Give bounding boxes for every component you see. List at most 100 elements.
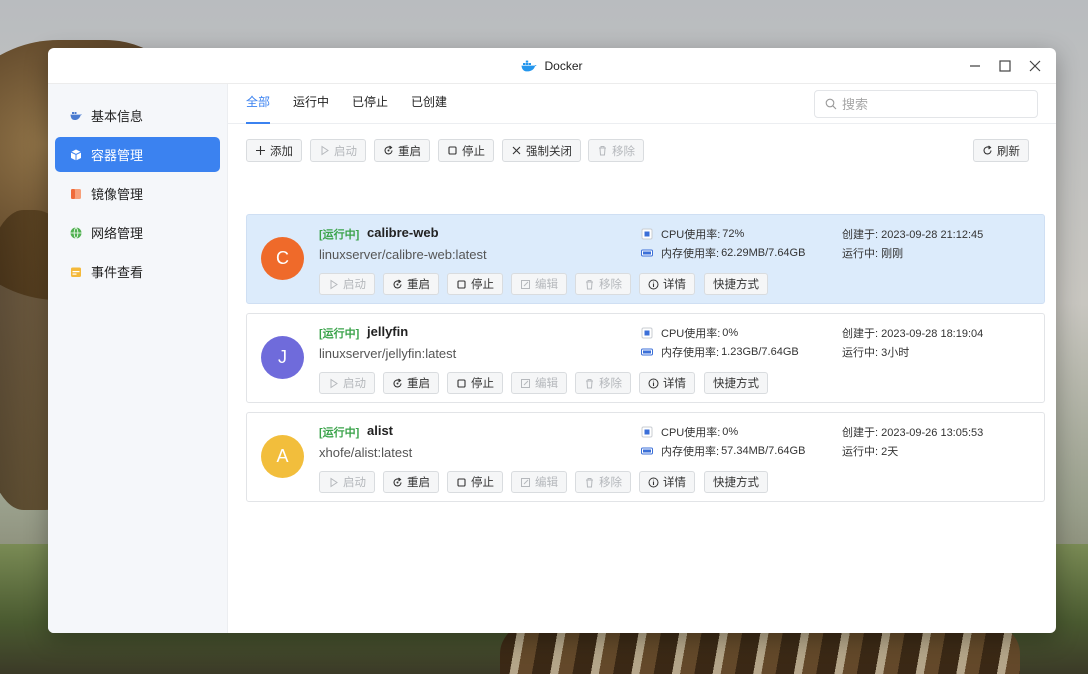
tab-running[interactable]: 运行中: [293, 93, 329, 123]
memory-usage: 内存使用率: 62.29MB/7.64GB: [641, 245, 805, 261]
play-icon: [328, 279, 339, 290]
card-details-button[interactable]: 详情: [639, 372, 695, 394]
sidebar-item-label: 事件查看: [91, 265, 144, 280]
container-name: alist: [367, 423, 394, 438]
play-icon: [328, 378, 339, 389]
avatar: A: [261, 435, 304, 478]
created-time: 创建于: 2023-09-28 21:12:45: [842, 226, 983, 242]
trash-icon: [584, 378, 595, 389]
memory-icon: [641, 247, 653, 259]
card-shortcut-button[interactable]: 快捷方式: [704, 273, 768, 295]
force-close-button[interactable]: 强制关闭: [502, 139, 581, 162]
card-stop-button[interactable]: 停止: [447, 372, 503, 394]
card-details-button[interactable]: 详情: [639, 273, 695, 295]
cpu-usage: CPU使用率: 0%: [641, 424, 738, 440]
sidebar-item-container-management[interactable]: 容器管理: [55, 137, 220, 172]
stop-icon: [456, 477, 467, 488]
trash-icon: [584, 477, 595, 488]
search-icon: [825, 98, 837, 110]
play-icon: [319, 145, 330, 156]
card-edit-button[interactable]: 编辑: [511, 471, 567, 493]
card-start-button[interactable]: 启动: [319, 273, 375, 295]
card-remove-button[interactable]: 移除: [575, 273, 631, 295]
close-icon[interactable]: [1028, 59, 1042, 73]
memory-label: 内存使用率:: [661, 446, 720, 458]
tab-all[interactable]: 全部: [246, 93, 271, 124]
created-value: 2023-09-28 18:19:04: [881, 328, 984, 340]
cpu-icon: [641, 228, 653, 240]
minimize-icon[interactable]: [968, 59, 982, 73]
remove-button[interactable]: 移除: [588, 139, 644, 162]
tab-created[interactable]: 已创建: [411, 93, 447, 123]
sidebar-item-label: 容器管理: [91, 148, 144, 163]
start-button[interactable]: 启动: [310, 139, 366, 162]
container-card[interactable]: A [运行中] alist xhofe/alist:latest CPU使用率:…: [246, 412, 1045, 502]
title-bar[interactable]: Docker: [48, 48, 1056, 84]
memory-value: 57.34MB/7.64GB: [721, 445, 806, 457]
tab-stopped[interactable]: 已停止: [352, 93, 388, 123]
sidebar-item-label: 镜像管理: [91, 187, 144, 202]
refresh-icon: [982, 145, 993, 156]
card-remove-button[interactable]: 移除: [575, 471, 631, 493]
card-shortcut-button[interactable]: 快捷方式: [704, 471, 768, 493]
restart-icon: [383, 145, 394, 156]
cpu-icon: [641, 426, 653, 438]
card-shortcut-button[interactable]: 快捷方式: [704, 372, 768, 394]
plus-icon: [255, 145, 266, 156]
stop-button[interactable]: 停止: [438, 139, 494, 162]
card-restart-button[interactable]: 重启: [383, 273, 439, 295]
memory-icon: [641, 346, 653, 358]
edit-icon: [520, 477, 531, 488]
sidebar-item-image-management[interactable]: 镜像管理: [55, 176, 220, 211]
sidebar-item-label: 网络管理: [91, 226, 144, 241]
uptime: 运行中: 刚刚: [842, 245, 903, 261]
card-restart-button[interactable]: 重启: [383, 471, 439, 493]
card-remove-button[interactable]: 移除: [575, 372, 631, 394]
card-start-button[interactable]: 启动: [319, 471, 375, 493]
card-restart-button[interactable]: 重启: [383, 372, 439, 394]
memory-label: 内存使用率:: [661, 248, 720, 260]
card-edit-button[interactable]: 编辑: [511, 372, 567, 394]
calendar-icon: [71, 267, 81, 277]
sidebar: 基本信息 容器管理 镜像管理 网络管理 事件查看: [48, 84, 228, 633]
refresh-button[interactable]: 刷新: [973, 139, 1029, 162]
search-box[interactable]: [814, 90, 1038, 118]
uptime-value: 3小时: [881, 347, 910, 359]
container-image: linuxserver/jellyfin:latest: [319, 346, 457, 361]
container-card[interactable]: J [运行中] jellyfin linuxserver/jellyfin:la…: [246, 313, 1045, 403]
sidebar-item-network-management[interactable]: 网络管理: [55, 215, 220, 250]
sidebar-item-basic-info[interactable]: 基本信息: [55, 98, 220, 133]
uptime-label: 运行中:: [842, 446, 879, 458]
card-start-button[interactable]: 启动: [319, 372, 375, 394]
created-value: 2023-09-26 13:05:53: [881, 427, 984, 439]
trash-icon: [597, 145, 608, 156]
card-stop-button[interactable]: 停止: [447, 471, 503, 493]
memory-icon: [641, 445, 653, 457]
cpu-value: 0%: [722, 327, 739, 339]
card-edit-button[interactable]: 编辑: [511, 273, 567, 295]
image-icon: [71, 188, 81, 199]
cpu-label: CPU使用率:: [661, 427, 721, 439]
container-card[interactable]: C [运行中] calibre-web linuxserver/calibre-…: [246, 214, 1045, 304]
status-badge: [运行中]: [319, 328, 360, 340]
add-button[interactable]: 添加: [246, 139, 302, 162]
cpu-icon: [641, 327, 653, 339]
restart-button[interactable]: 重启: [374, 139, 430, 162]
created-label: 创建于:: [842, 328, 879, 340]
sidebar-item-event-view[interactable]: 事件查看: [55, 254, 220, 289]
sidebar-item-label: 基本信息: [91, 109, 144, 124]
memory-value: 62.29MB/7.64GB: [721, 247, 806, 259]
uptime-label: 运行中:: [842, 347, 879, 359]
search-input[interactable]: [842, 96, 1022, 112]
created-value: 2023-09-28 21:12:45: [881, 229, 984, 241]
card-stop-button[interactable]: 停止: [447, 273, 503, 295]
maximize-icon[interactable]: [998, 59, 1012, 73]
globe-icon: [70, 226, 82, 239]
card-details-button[interactable]: 详情: [639, 471, 695, 493]
created-time: 创建于: 2023-09-26 13:05:53: [842, 424, 983, 440]
restart-icon: [392, 477, 403, 488]
container-image: xhofe/alist:latest: [319, 445, 413, 460]
uptime-value: 2天: [881, 446, 899, 458]
memory-label: 内存使用率:: [661, 347, 720, 359]
docker-icon: [521, 60, 538, 71]
